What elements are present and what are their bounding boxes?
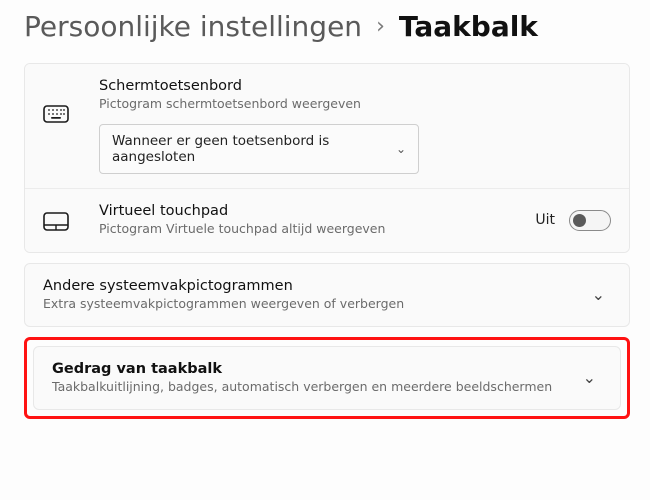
chevron-down-icon: ⌄ [396, 142, 406, 156]
osk-dropdown[interactable]: Wanneer er geen toetsenbord is aangeslot… [99, 124, 419, 174]
breadcrumb: Persoonlijke instellingen › Taakbalk [24, 10, 630, 43]
row-touchpad: Virtueel touchpad Pictogram Virtuele tou… [25, 189, 629, 251]
expander-other-systray[interactable]: Andere systeemvakpictogrammen Extra syst… [24, 263, 630, 327]
touchpad-desc: Pictogram Virtuele touchpad altijd weerg… [99, 221, 535, 237]
taskbar-items-group: Schermtoetsenbord Pictogram schermtoetse… [24, 63, 630, 253]
expander-taskbar-behavior[interactable]: Gedrag van taakbalk Taakbalkuitlijning, … [33, 346, 621, 410]
touchpad-icon [43, 208, 99, 232]
other-systray-title: Andere systeemvakpictogrammen [43, 278, 586, 294]
osk-desc: Pictogram schermtoetsenbord weergeven [99, 96, 611, 112]
osk-dropdown-value: Wanneer er geen toetsenbord is aangeslot… [112, 133, 396, 165]
keyboard-icon [43, 78, 99, 124]
behavior-desc: Taakbalkuitlijning, badges, automatisch … [52, 379, 577, 395]
breadcrumb-root[interactable]: Persoonlijke instellingen [24, 10, 362, 43]
breadcrumb-current: Taakbalk [399, 10, 538, 43]
row-osk: Schermtoetsenbord Pictogram schermtoetse… [25, 64, 629, 189]
chevron-down-icon: ⌄ [586, 285, 611, 304]
chevron-right-icon: › [376, 14, 385, 39]
touchpad-toggle-label: Uit [535, 212, 555, 228]
touchpad-title: Virtueel touchpad [99, 203, 535, 219]
osk-title: Schermtoetsenbord [99, 78, 611, 94]
other-systray-desc: Extra systeemvakpictogrammen weergeven o… [43, 296, 586, 312]
behavior-title: Gedrag van taakbalk [52, 361, 577, 377]
chevron-down-icon: ⌄ [577, 368, 602, 387]
touchpad-toggle[interactable] [569, 210, 611, 231]
highlight-box: Gedrag van taakbalk Taakbalkuitlijning, … [24, 337, 630, 419]
